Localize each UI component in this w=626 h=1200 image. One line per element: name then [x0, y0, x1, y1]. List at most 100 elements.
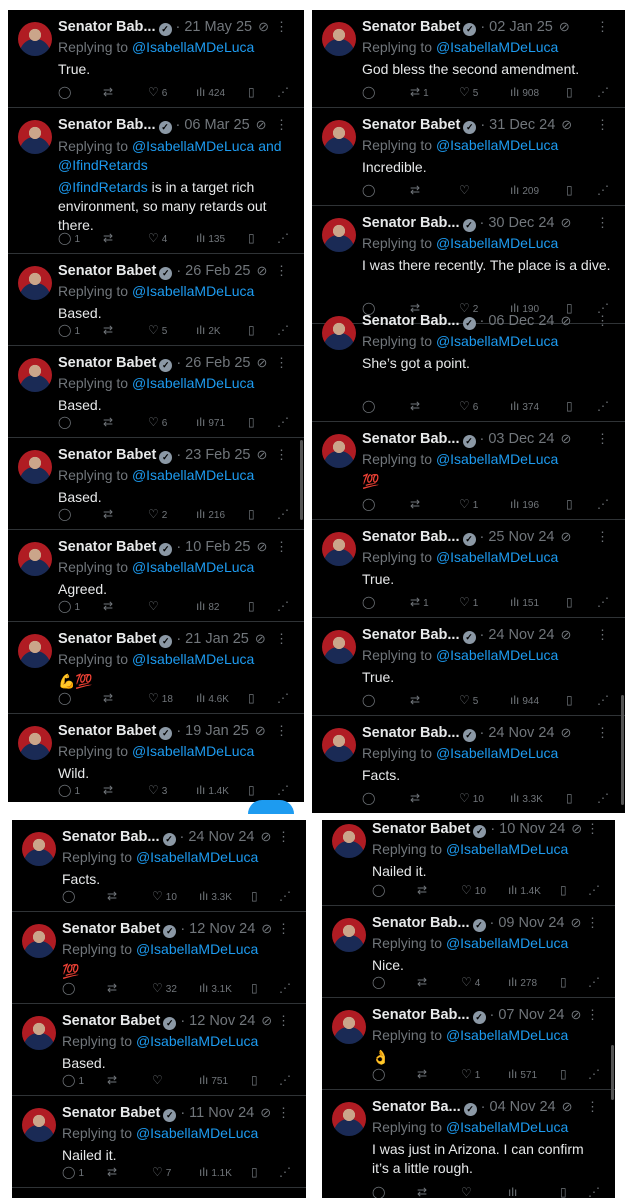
more-icon[interactable]: ⋮: [586, 1007, 599, 1023]
share-button[interactable]: ⋰: [597, 399, 612, 413]
author-name[interactable]: Senator Bab...: [58, 19, 156, 35]
bookmark-button[interactable]: ▯: [566, 85, 576, 99]
reply-handle-link[interactable]: @IsabellaMDeLuca: [436, 745, 558, 761]
views-button[interactable]: ılı 278: [508, 975, 537, 989]
tweet-date[interactable]: · 12 Nov 24: [180, 1013, 255, 1029]
grok-icon[interactable]: ⊘: [261, 1013, 272, 1028]
scrollbar[interactable]: [300, 440, 303, 520]
bookmark-button[interactable]: ▯: [248, 507, 258, 521]
author-name[interactable]: Senator Babet: [58, 539, 156, 555]
like-button[interactable]: ♡: [148, 599, 162, 613]
tweet[interactable]: Senator Bab... ✓ · 03 Dec 24 ⊘ ⋮ Replying t…: [312, 422, 625, 520]
like-button[interactable]: ♡ 6: [459, 399, 478, 413]
bookmark-button[interactable]: ▯: [248, 323, 258, 337]
reply-button[interactable]: ◯: [58, 415, 74, 429]
tweet[interactable]: Senator Babet ✓ · 10 Feb 25 ⊘ ⋮ Replying to…: [8, 530, 304, 622]
retweet-button[interactable]: ⇄: [417, 975, 430, 989]
grok-icon[interactable]: ⊘: [571, 821, 582, 836]
tweet[interactable]: Senator Babet ✓ · 26 Feb 25 ⊘ ⋮ Replying to…: [8, 346, 304, 438]
tweet[interactable]: Senator Bab... ✓ · 24 Nov 24 ⊘ ⋮ Replying t…: [312, 716, 625, 813]
views-button[interactable]: ılı 374: [510, 399, 539, 413]
author-name[interactable]: Senator Babet: [62, 1105, 160, 1121]
reply-handle-link[interactable]: @IsabellaMDeLuca: [446, 1027, 568, 1043]
tweet[interactable]: Senator Babet ✓ · 23 Feb 25 ⊘ ⋮ Replying to…: [8, 438, 304, 530]
bookmark-button[interactable]: ▯: [566, 497, 576, 511]
like-button[interactable]: ♡: [459, 183, 473, 197]
views-button[interactable]: ılı 1.1K: [199, 1165, 232, 1179]
tweet[interactable]: Senator Bab... ✓ · 24 Nov 24 ⊘ ⋮ Replying t…: [312, 618, 625, 716]
author-name[interactable]: Senator Bab...: [362, 725, 460, 741]
reply-button[interactable]: ◯: [58, 507, 74, 521]
bookmark-button[interactable]: ▯: [251, 1165, 261, 1179]
reply-handle-link[interactable]: @IsabellaMDeLuca: [136, 941, 258, 957]
tweet[interactable]: Senator Babet ✓ · 11 Nov 24 ⊘ ⋮ Replying to…: [12, 1096, 306, 1188]
views-button[interactable]: ılı 944: [510, 693, 539, 707]
bookmark-button[interactable]: ▯: [566, 595, 576, 609]
tweet-date[interactable]: · 24 Nov 24: [480, 627, 555, 643]
views-button[interactable]: ılı: [508, 1185, 520, 1198]
reply-handle-link[interactable]: @IsabellaMDeLuca: [132, 467, 254, 483]
views-button[interactable]: ılı 3.3K: [199, 889, 232, 903]
tweet[interactable]: Senator Babet ✓ · 26 Feb 25 ⊘ ⋮ Replying to…: [8, 254, 304, 346]
share-button[interactable]: ⋰: [597, 85, 612, 99]
avatar[interactable]: [322, 434, 356, 468]
tweet-date[interactable]: · 31 Dec 24: [480, 117, 555, 133]
share-button[interactable]: ⋰: [597, 791, 612, 805]
grok-icon[interactable]: ⊘: [560, 215, 571, 230]
avatar[interactable]: [18, 726, 52, 760]
tweet[interactable]: Senator Babet ✓ · 10 Nov 24 ⊘ ⋮ Replying to…: [322, 820, 615, 906]
bookmark-button[interactable]: ▯: [251, 1073, 261, 1087]
avatar[interactable]: [322, 728, 356, 762]
reply-button[interactable]: ◯: [58, 85, 74, 99]
more-icon[interactable]: ⋮: [596, 529, 609, 545]
tweet-date[interactable]: · 30 Dec 24: [480, 215, 555, 231]
reply-handle-link[interactable]: @IsabellaMDeLuca: [436, 647, 558, 663]
tweet-date[interactable]: · 11 Nov 24: [180, 1105, 254, 1121]
share-button[interactable]: ⋰: [588, 975, 603, 989]
reply-button[interactable]: ◯ 1: [58, 231, 80, 245]
views-button[interactable]: ılı 424: [196, 85, 225, 99]
share-button[interactable]: ⋰: [588, 883, 603, 897]
reply-handle-link[interactable]: @IsabellaMDeLuca: [436, 451, 558, 467]
avatar[interactable]: [18, 266, 52, 300]
like-button[interactable]: ♡ 1: [459, 595, 478, 609]
grok-icon[interactable]: ⊘: [570, 1007, 581, 1022]
avatar[interactable]: [18, 634, 52, 668]
author-name[interactable]: Senator Babet: [362, 19, 460, 35]
retweet-button[interactable]: ⇄: [410, 183, 423, 197]
share-button[interactable]: ⋰: [277, 85, 292, 99]
avatar[interactable]: [18, 22, 52, 56]
retweet-button[interactable]: ⇄ 1: [410, 595, 429, 609]
views-button[interactable]: ılı 82: [196, 599, 219, 613]
share-button[interactable]: ⋰: [277, 323, 292, 337]
retweet-button[interactable]: ⇄: [410, 497, 423, 511]
reply-button[interactable]: ◯ 1: [58, 783, 80, 797]
more-icon[interactable]: ⋮: [275, 539, 288, 555]
retweet-button[interactable]: ⇄: [107, 981, 120, 995]
tweet[interactable]: Senator Bab... ✓ · 21 May 25 ⊘ ⋮ Replying t…: [8, 10, 304, 108]
tweet[interactable]: Senator Babet ✓ · 19 Jan 25 ⊘ ⋮ Replying to…: [8, 714, 304, 802]
more-icon[interactable]: ⋮: [275, 447, 288, 463]
retweet-button[interactable]: ⇄ 1: [410, 85, 429, 99]
tweet[interactable]: Senator Babet ✓ · 21 Jan 25 ⊘ ⋮ Replying to…: [8, 622, 304, 714]
like-button[interactable]: ♡ 3: [148, 783, 167, 797]
grok-icon[interactable]: ⊘: [256, 447, 267, 462]
bookmark-button[interactable]: ▯: [248, 85, 258, 99]
more-icon[interactable]: ⋮: [275, 117, 288, 133]
more-icon[interactable]: ⋮: [275, 631, 288, 647]
avatar[interactable]: [22, 1016, 56, 1050]
reply-button[interactable]: ◯: [372, 1067, 388, 1081]
bookmark-button[interactable]: ▯: [566, 791, 576, 805]
grok-icon[interactable]: ⊘: [256, 263, 267, 278]
like-button[interactable]: ♡ 7: [152, 1165, 171, 1179]
tweet[interactable]: Senator Bab... ✓ · 06 Mar 25 ⊘ ⋮ Replying t…: [8, 108, 304, 254]
more-icon[interactable]: ⋮: [275, 19, 288, 35]
avatar[interactable]: [18, 120, 52, 154]
views-button[interactable]: ılı 571: [508, 1067, 537, 1081]
like-button[interactable]: ♡ 10: [459, 791, 484, 805]
avatar[interactable]: [322, 630, 356, 664]
share-button[interactable]: ⋰: [597, 497, 612, 511]
compose-button[interactable]: [248, 800, 294, 814]
like-button[interactable]: ♡ 5: [148, 323, 167, 337]
share-button[interactable]: ⋰: [597, 183, 612, 197]
